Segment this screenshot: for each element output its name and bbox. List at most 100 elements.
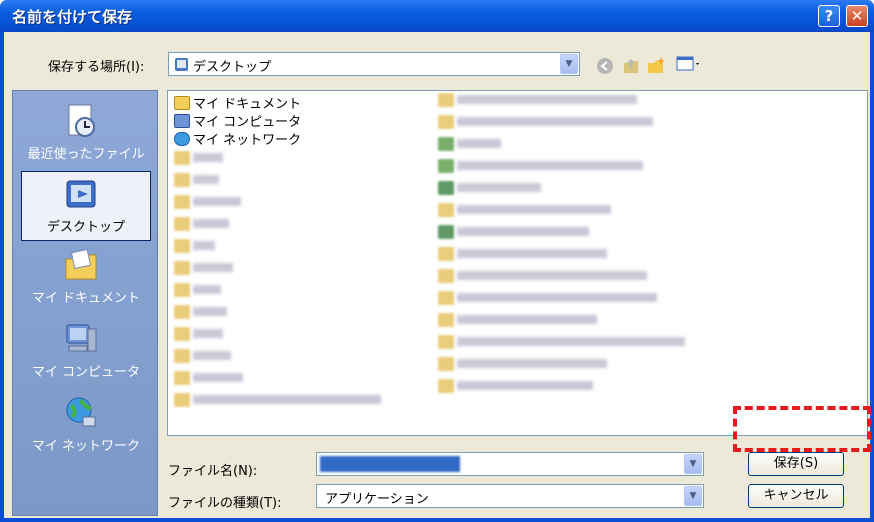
title-bar[interactable]: 名前を付けて保存 ? ✕ xyxy=(0,0,874,32)
new-folder-icon[interactable] xyxy=(646,55,668,75)
folder-icon xyxy=(438,313,454,327)
blurred-list-item[interactable] xyxy=(174,327,223,344)
folder-icon xyxy=(438,203,454,217)
list-item-label: マイ ネットワーク xyxy=(193,133,302,148)
blurred-list-item[interactable] xyxy=(438,181,541,198)
folder-icon xyxy=(174,327,190,341)
folder-icon xyxy=(438,93,454,107)
blurred-list-item[interactable] xyxy=(174,283,221,300)
desktop-small-icon xyxy=(175,58,188,71)
view-menu-icon[interactable] xyxy=(676,55,702,73)
close-button[interactable]: ✕ xyxy=(846,5,868,27)
up-folder-icon[interactable] xyxy=(622,55,640,75)
blurred-list-item[interactable] xyxy=(438,115,653,132)
folder-icon xyxy=(174,349,190,363)
blurred-list-item[interactable] xyxy=(174,349,231,366)
blurred-list-item[interactable] xyxy=(174,371,243,388)
chevron-down-icon[interactable]: ▼ xyxy=(560,54,578,74)
blurred-list-item[interactable] xyxy=(174,261,233,278)
file-type-value: アプリケーション xyxy=(325,492,429,507)
place-recent[interactable]: 最近使ったファイル xyxy=(13,99,159,169)
recent-icon xyxy=(68,104,95,137)
blurred-list-item[interactable] xyxy=(438,247,607,264)
blurred-list-item[interactable] xyxy=(438,269,647,286)
blurred-list-item[interactable] xyxy=(438,313,597,330)
folder-icon xyxy=(174,217,190,231)
blurred-list-item[interactable] xyxy=(174,217,229,234)
folder-icon xyxy=(438,379,454,393)
list-item[interactable]: マイ コンピュータ xyxy=(174,111,302,130)
folder-icon xyxy=(438,269,454,283)
my-computer-icon xyxy=(66,324,97,352)
folder-icon xyxy=(174,283,190,297)
folder-icon xyxy=(438,115,454,129)
my-network-icon xyxy=(174,132,190,146)
folder-icon xyxy=(174,305,190,319)
chevron-down-icon[interactable]: ▼ xyxy=(684,486,702,506)
list-item-label: マイ コンピュータ xyxy=(193,115,302,130)
list-item-label: マイ ドキュメント xyxy=(193,97,302,112)
folder-icon xyxy=(438,159,454,173)
list-item[interactable]: マイ ネットワーク xyxy=(174,129,302,148)
cancel-button[interactable]: キャンセル xyxy=(748,484,844,508)
place-label: 最近使ったファイル xyxy=(27,147,145,162)
places-bar: 最近使ったファイル デスクトップ マイ ドキュメント マイ コンピュータ マイ … xyxy=(12,90,158,516)
chevron-down-icon[interactable]: ▼ xyxy=(684,454,702,474)
folder-icon xyxy=(438,291,454,305)
blurred-list-item[interactable] xyxy=(174,393,381,410)
blurred-list-item[interactable] xyxy=(438,203,611,220)
place-label: マイ ネットワーク xyxy=(31,439,141,454)
back-icon[interactable] xyxy=(596,57,614,75)
list-item[interactable]: マイ ドキュメント xyxy=(174,93,302,112)
file-list[interactable]: マイ ドキュメント マイ コンピュータ マイ ネットワーク xyxy=(167,90,868,436)
save-button[interactable]: 保存(S) xyxy=(748,452,844,476)
folder-icon xyxy=(174,371,190,385)
place-label: マイ ドキュメント xyxy=(31,291,141,306)
blurred-list-item[interactable] xyxy=(438,137,501,154)
help-button[interactable]: ? xyxy=(818,5,840,27)
desktop-icon xyxy=(66,180,96,208)
folder-icon xyxy=(438,335,454,349)
save-as-dialog: 名前を付けて保存 ? ✕ 保存する場所(I): デスクトップ ▼ 最近使ったファ… xyxy=(0,0,874,522)
folder-icon xyxy=(438,247,454,261)
place-desktop[interactable]: デスクトップ xyxy=(21,171,151,241)
folder-icon xyxy=(438,181,454,195)
blurred-list-item[interactable] xyxy=(438,335,685,352)
file-name-selection xyxy=(320,456,460,472)
folder-icon xyxy=(174,393,190,407)
blurred-list-item[interactable] xyxy=(174,239,215,256)
blurred-list-item[interactable] xyxy=(438,159,643,176)
file-type-select[interactable]: アプリケーション ▼ xyxy=(316,484,704,508)
place-label: デスクトップ xyxy=(46,220,125,235)
my-network-icon xyxy=(66,397,96,427)
file-type-label: ファイルの種類(T): xyxy=(168,496,282,511)
place-my-network[interactable]: マイ ネットワーク xyxy=(13,391,159,461)
highlight-annotation xyxy=(733,406,871,452)
blurred-list-item[interactable] xyxy=(174,305,227,322)
blurred-list-item[interactable] xyxy=(174,151,223,168)
my-computer-icon xyxy=(174,114,190,128)
blurred-list-item[interactable] xyxy=(174,195,241,212)
blurred-list-item[interactable] xyxy=(438,225,589,242)
folder-icon xyxy=(174,239,190,253)
blurred-list-item[interactable] xyxy=(438,379,593,396)
folder-icon xyxy=(438,137,454,151)
folder-icon xyxy=(174,151,190,165)
blurred-list-item[interactable] xyxy=(174,173,219,190)
save-in-value: デスクトップ xyxy=(193,60,272,75)
save-in-label: 保存する場所(I): xyxy=(48,60,145,75)
blurred-list-item[interactable] xyxy=(438,93,637,110)
folder-icon xyxy=(438,225,454,239)
place-my-computer[interactable]: マイ コンピュータ xyxy=(13,317,159,387)
place-label: マイ コンピュータ xyxy=(31,365,141,380)
folder-icon xyxy=(174,195,190,209)
my-documents-icon xyxy=(65,248,97,280)
blurred-list-item[interactable] xyxy=(438,291,657,308)
file-name-input[interactable]: ▼ xyxy=(316,452,704,476)
dialog-title: 名前を付けて保存 xyxy=(12,8,133,26)
save-in-combo[interactable]: デスクトップ ▼ xyxy=(168,52,580,76)
folder-icon xyxy=(174,173,190,187)
place-my-documents[interactable]: マイ ドキュメント xyxy=(13,243,159,313)
folder-icon xyxy=(438,357,454,371)
blurred-list-item[interactable] xyxy=(438,357,607,374)
